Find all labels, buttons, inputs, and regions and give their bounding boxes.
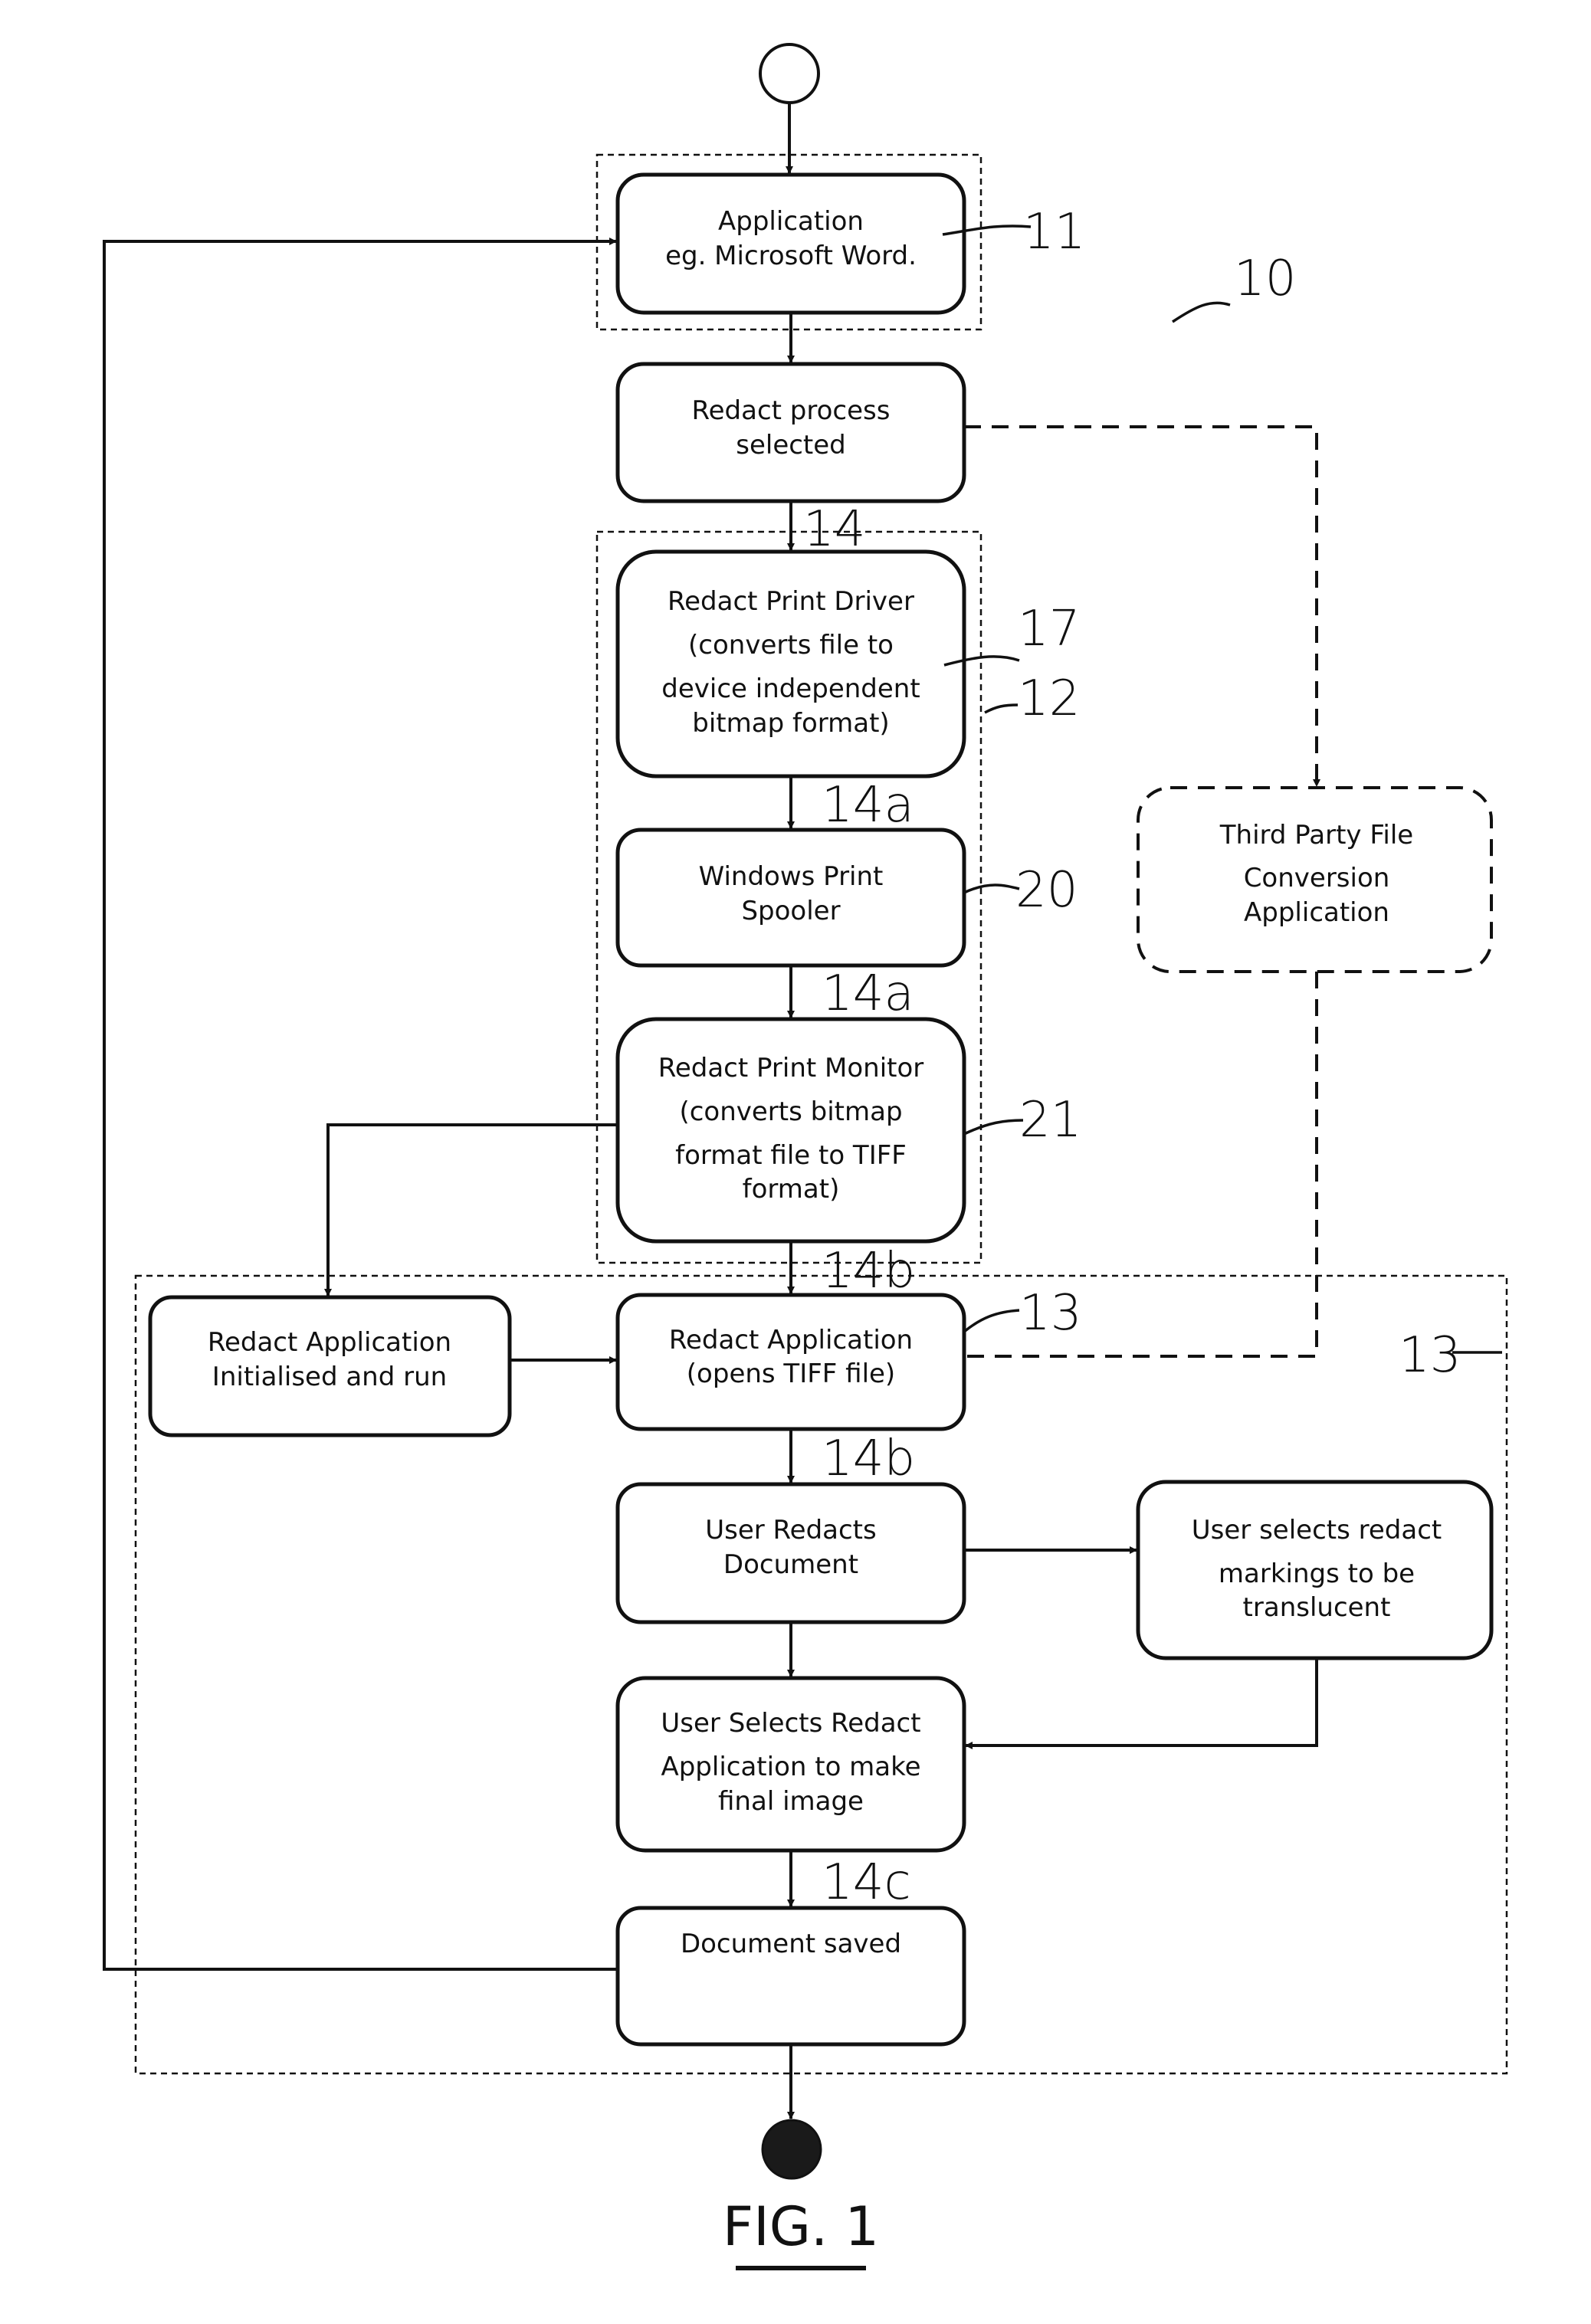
ref-20: 20 (1015, 862, 1078, 919)
node-box (615, 549, 966, 778)
node-text-line: Third Party File (1219, 820, 1413, 851)
end-node (761, 2119, 822, 2180)
node-text-line: Application (718, 206, 864, 237)
node-text-line: Conversion (1244, 863, 1390, 893)
node-redact-print-monitor: Redact Print Monitor (converts bitmap fo… (615, 1017, 966, 1244)
node-text-line: format file to TIFF (675, 1140, 907, 1171)
node-text-line: Document (723, 1549, 858, 1580)
start-node (759, 43, 820, 104)
node-text-line: (opens TIFF file) (687, 1359, 895, 1389)
dashed-arrow-redact-process-to-third-party (964, 425, 1320, 787)
ref-10: 10 (1234, 251, 1296, 307)
node-user-selects-final-image: User Selects Redact Application to make … (615, 1676, 966, 1853)
node-user-redacts-document: User Redacts Document (615, 1482, 966, 1624)
node-text-line: Document saved (681, 1929, 901, 1959)
node-redact-application-opens-tiff: Redact Application (opens TIFF file) (615, 1293, 966, 1431)
node-text-line: format) (743, 1174, 840, 1205)
ref-21: 21 (1019, 1092, 1081, 1149)
node-user-selects-translucent: User selects redact markings to be trans… (1136, 1480, 1494, 1660)
leader-10 (1172, 301, 1231, 323)
node-text-line: markings to be (1219, 1559, 1415, 1589)
node-text-line: Application (1244, 897, 1389, 928)
leader-21 (963, 1119, 1024, 1136)
node-windows-print-spooler: Windows Print Spooler (615, 828, 966, 968)
flow-label-14b: 14b (822, 1431, 915, 1487)
flow-label-14b: 14b (822, 1243, 915, 1300)
flow-label-14a: 14a (822, 777, 914, 834)
flow-label-14c: 14c (822, 1854, 911, 1911)
ref-11: 11 (1023, 204, 1085, 261)
node-text-line: translucent (1243, 1592, 1391, 1623)
dashed-line-third-party-to-app-open (964, 972, 1318, 1358)
node-text-line: selected (736, 430, 846, 461)
node-text-line: User Redacts (705, 1515, 876, 1546)
flow-label-14: 14 (803, 501, 865, 558)
node-text-line: Redact process (692, 395, 891, 426)
node-redact-print-driver: Redact Print Driver (converts file to de… (615, 549, 966, 778)
node-text-line: Redact Print Driver (668, 586, 914, 617)
node-redact-application-initialised: Redact Application Initialised and run (148, 1295, 512, 1437)
node-text-line: User selects redact (1192, 1515, 1442, 1546)
arrow-translucent-to-final-image (965, 1658, 1318, 1749)
ref-13-group: 13 (1399, 1327, 1461, 1384)
ref-17: 17 (1018, 601, 1080, 657)
node-text-line: Redact Application (669, 1325, 913, 1355)
flowchart-diagram: Application eg. Microsoft Word. Redact p… (103, 43, 1508, 2270)
node-text-line: (converts file to (688, 630, 894, 660)
node-text-line: device independent (661, 674, 920, 704)
node-third-party-conversion: Third Party File Conversion Application (1137, 786, 1493, 973)
ref-12: 12 (1018, 670, 1080, 727)
node-text-line: (converts bitmap (679, 1096, 902, 1127)
node-text-line: Spooler (741, 896, 840, 926)
flow-label-14a: 14a (822, 965, 914, 1022)
node-redact-process-selected: Redact process selected (615, 362, 966, 503)
leader-20 (963, 883, 1020, 894)
node-text-line: Redact Application (208, 1327, 451, 1358)
node-document-saved: Document saved (615, 1906, 966, 2047)
figure-caption: FIG. 1 (723, 2195, 879, 2258)
node-text-line: Windows Print (699, 861, 884, 892)
node-application: Application eg. Microsoft Word. (615, 172, 966, 315)
node-text-line: Redact Print Monitor (658, 1053, 924, 1083)
arrow-saved-loop-to-application (103, 238, 618, 1971)
node-text-line: bitmap format) (692, 708, 889, 739)
leader-13 (963, 1309, 1020, 1333)
node-text-line: eg. Microsoft Word. (665, 241, 917, 271)
node-text-line: Application to make (661, 1752, 920, 1782)
leader-12 (984, 703, 1019, 714)
arrow-monitor-to-app-init (324, 1123, 618, 1296)
ref-13: 13 (1019, 1285, 1081, 1342)
node-text-line: Initialised and run (212, 1362, 447, 1392)
node-text-line: User Selects Redact (661, 1708, 920, 1739)
node-text-line: final image (718, 1786, 864, 1817)
